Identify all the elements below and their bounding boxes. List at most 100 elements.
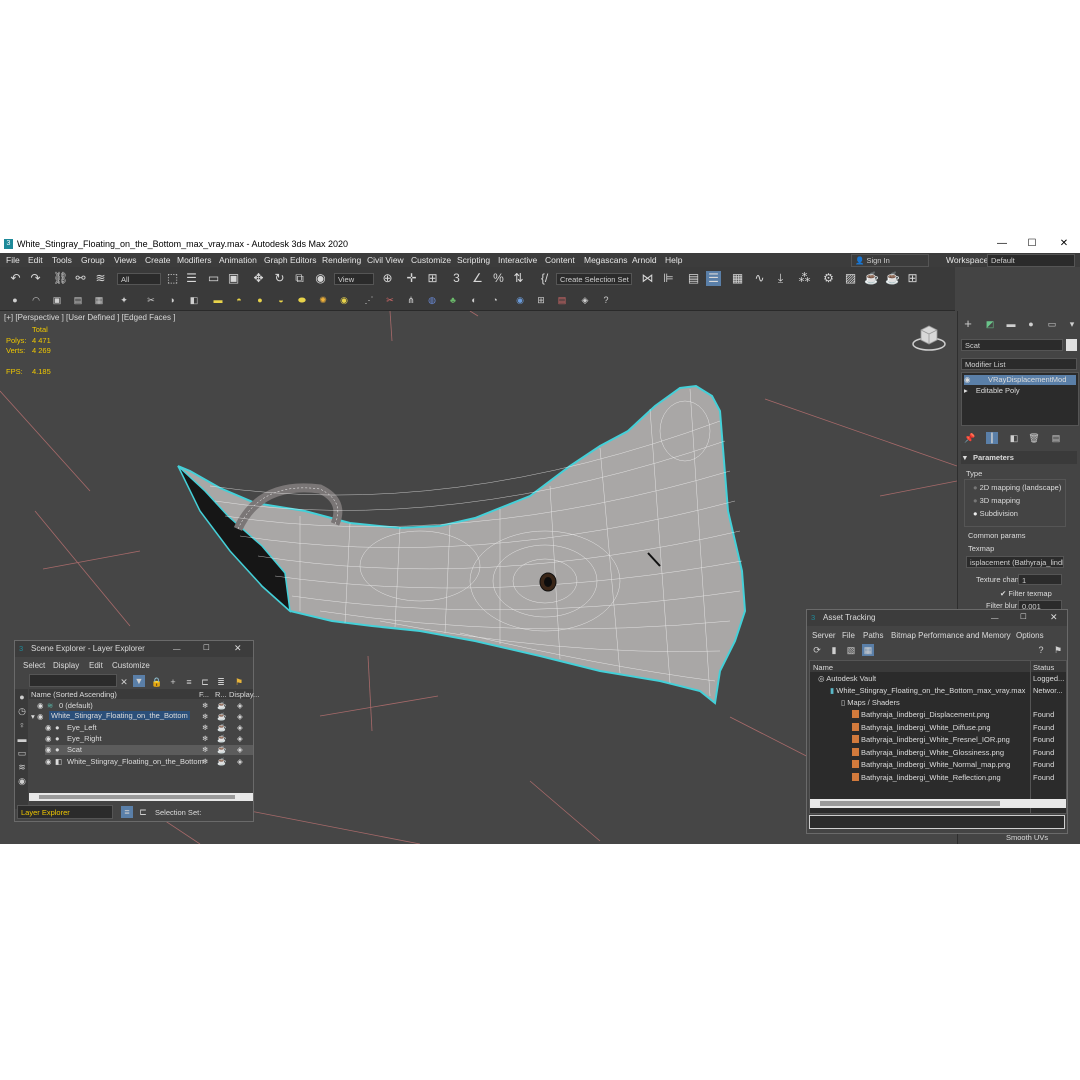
- toggle-layer-explorer-icon[interactable]: ☰: [706, 271, 721, 286]
- stack-item-vraydisplacementmod[interactable]: ◉ VRayDisplacementMod: [964, 375, 1076, 385]
- viewport-label[interactable]: [+] [Perspective ] [User Defined ] [Edge…: [4, 313, 175, 322]
- vray-mesh-icon[interactable]: ◒: [275, 294, 287, 306]
- asset-row-reflection[interactable]: Bathyraja_lindbergi_White_Reflection.png: [852, 773, 1001, 782]
- asset-row-vault[interactable]: ◎ Autodesk Vault: [818, 674, 876, 683]
- menu-rendering[interactable]: Rendering: [322, 255, 361, 265]
- explorer-type-select[interactable]: Layer Explorer: [17, 805, 113, 819]
- menu-bitmap-performance[interactable]: Bitmap Performance and Memory: [891, 631, 1011, 640]
- scrollbar-thumb[interactable]: [39, 795, 235, 799]
- asset-tracking-titlebar[interactable]: 3 Asset Tracking — ☐ ✕: [807, 610, 1067, 626]
- hierarchy-mode-icon[interactable]: ⊏: [137, 806, 149, 818]
- menu-edit[interactable]: Edit: [28, 255, 43, 265]
- smooth-uvs-label[interactable]: Smooth UVs: [1006, 833, 1048, 842]
- eye-icon[interactable]: ◉: [37, 712, 44, 721]
- parameters-rollout-header[interactable]: ▾ Parameters: [961, 451, 1077, 464]
- create-geometry-icon[interactable]: ●: [9, 294, 21, 306]
- vray-sun-icon[interactable]: ✺: [317, 294, 329, 306]
- search-input[interactable]: [29, 674, 117, 687]
- sort-icon[interactable]: ≣: [215, 676, 227, 688]
- hierarchy-icon[interactable]: ⊏: [199, 676, 211, 688]
- eye-icon[interactable]: ◉: [964, 375, 971, 384]
- menu-paths[interactable]: Paths: [863, 631, 883, 640]
- angle-snap-icon[interactable]: ∠: [470, 271, 485, 286]
- vray-fur-icon[interactable]: ⋰: [363, 294, 375, 306]
- maximize-button[interactable]: ☐: [203, 643, 210, 652]
- display-geometry-icon[interactable]: ●: [16, 691, 28, 703]
- unlink-icon[interactable]: ⚯: [73, 271, 88, 286]
- render-setup-icon[interactable]: ⚙: [821, 271, 836, 286]
- vray-proxy-icon[interactable]: ✂: [384, 294, 396, 306]
- close-button[interactable]: ✕: [1054, 237, 1074, 251]
- display-cameras-icon[interactable]: ▬: [16, 733, 28, 745]
- stack-item-editable-poly[interactable]: ▸ Editable Poly: [964, 386, 1020, 395]
- minimize-button[interactable]: —: [173, 644, 181, 653]
- configure-modifier-sets-icon[interactable]: ▤: [1050, 432, 1062, 444]
- select-by-name-icon[interactable]: ☰: [184, 271, 199, 286]
- utilities-tab-icon[interactable]: ▾: [1066, 318, 1078, 330]
- display-all-icon[interactable]: ◉: [16, 775, 28, 787]
- menu-edit[interactable]: Edit: [89, 661, 103, 670]
- eye-icon[interactable]: ◉: [45, 734, 52, 743]
- display-icon[interactable]: ◈: [237, 701, 243, 710]
- rectangular-selection-icon[interactable]: ▭: [206, 271, 221, 286]
- asset-row-glossiness[interactable]: Bathyraja_lindbergi_White_Glossiness.png: [852, 748, 1004, 757]
- create-helper-icon[interactable]: ◑: [166, 294, 178, 306]
- display-icon[interactable]: ◈: [237, 734, 243, 743]
- menu-graph-editors[interactable]: Graph Editors: [264, 255, 316, 265]
- freeze-icon[interactable]: ❄: [202, 701, 208, 710]
- keyboard-shortcut-override-icon[interactable]: ⊞: [425, 271, 440, 286]
- render-icon[interactable]: ☕: [217, 757, 226, 766]
- column-name[interactable]: Name (Sorted Ascending): [31, 690, 117, 699]
- vray-env-icon[interactable]: ♣: [447, 294, 459, 306]
- menu-modifiers[interactable]: Modifiers: [177, 255, 211, 265]
- layer-mode-icon[interactable]: ≡: [121, 806, 133, 818]
- motion-tab-icon[interactable]: ●: [1025, 318, 1037, 330]
- freeze-icon[interactable]: ❄: [202, 745, 208, 754]
- display-lights-icon[interactable]: ♀: [16, 719, 28, 731]
- menu-views[interactable]: Views: [114, 255, 137, 265]
- menu-create[interactable]: Create: [145, 255, 171, 265]
- display-spacewarps-icon[interactable]: ≋: [16, 761, 28, 773]
- refresh-icon[interactable]: ⟳: [811, 644, 823, 656]
- material-editor-icon[interactable]: ⁂: [797, 271, 812, 286]
- vray-scatter-icon[interactable]: ⋔: [405, 294, 417, 306]
- redo-icon[interactable]: ↷: [28, 271, 43, 286]
- column-renderable[interactable]: R...: [215, 690, 227, 699]
- create-shape-icon[interactable]: ◠: [30, 294, 42, 306]
- rendered-frame-window-icon[interactable]: ▨: [843, 271, 858, 286]
- freeze-icon[interactable]: ❄: [202, 712, 208, 721]
- menu-select[interactable]: Select: [23, 661, 45, 670]
- eye-icon[interactable]: ◉: [45, 723, 52, 732]
- viewcube-icon[interactable]: [911, 324, 947, 352]
- vray-decal-icon[interactable]: ◐: [468, 294, 480, 306]
- create-camera-icon[interactable]: ✂: [145, 294, 157, 306]
- menu-arnold[interactable]: Arnold: [632, 255, 657, 265]
- layer-row-stingray[interactable]: ▾ ◉ White_Stingray_Floating_on_the_Botto…: [29, 711, 253, 722]
- menu-file[interactable]: File: [842, 631, 855, 640]
- asset-row-maps-shaders[interactable]: ▯ Maps / Shaders: [841, 698, 900, 707]
- render-iterative-icon[interactable]: ☕: [885, 271, 900, 286]
- create-box-icon[interactable]: ▣: [51, 294, 63, 306]
- bind-space-warp-icon[interactable]: ≋: [93, 271, 108, 286]
- pivot-point-icon[interactable]: ⊕: [380, 271, 395, 286]
- asset-row-normal[interactable]: Bathyraja_lindbergi_White_Normal_map.png: [852, 760, 1010, 769]
- percent-snap-icon[interactable]: %: [491, 271, 506, 286]
- edit-named-selection-icon[interactable]: {/: [537, 271, 552, 286]
- menu-content[interactable]: Content: [545, 255, 575, 265]
- display-icon[interactable]: ◈: [237, 745, 243, 754]
- freeze-icon[interactable]: ❄: [202, 757, 208, 766]
- checkin-icon[interactable]: ▧: [845, 644, 857, 656]
- select-move-icon[interactable]: ✥: [251, 271, 266, 286]
- selection-set-select[interactable]: Create Selection Set: [556, 273, 632, 285]
- create-light-icon[interactable]: ✦: [118, 294, 130, 306]
- select-object-icon[interactable]: ⬚: [165, 271, 180, 286]
- texmap-button[interactable]: isplacement (Bathyraja_lindber: [966, 556, 1064, 568]
- path-input[interactable]: [809, 815, 1065, 829]
- asset-row-max-file[interactable]: ▮ White_Stingray_Floating_on_the_Bottom_…: [830, 686, 1025, 695]
- asset-row-fresnel[interactable]: Bathyraja_lindbergi_White_Fresnel_IOR.pn…: [852, 735, 1010, 744]
- scene-explorer-titlebar[interactable]: 3 Scene Explorer - Layer Explorer — ☐ ✕: [15, 641, 253, 657]
- freeze-icon[interactable]: ❄: [202, 723, 208, 732]
- show-end-result-icon[interactable]: ┃: [986, 432, 998, 444]
- layers-icon[interactable]: ≡: [183, 676, 195, 688]
- menu-customize[interactable]: Customize: [112, 661, 150, 670]
